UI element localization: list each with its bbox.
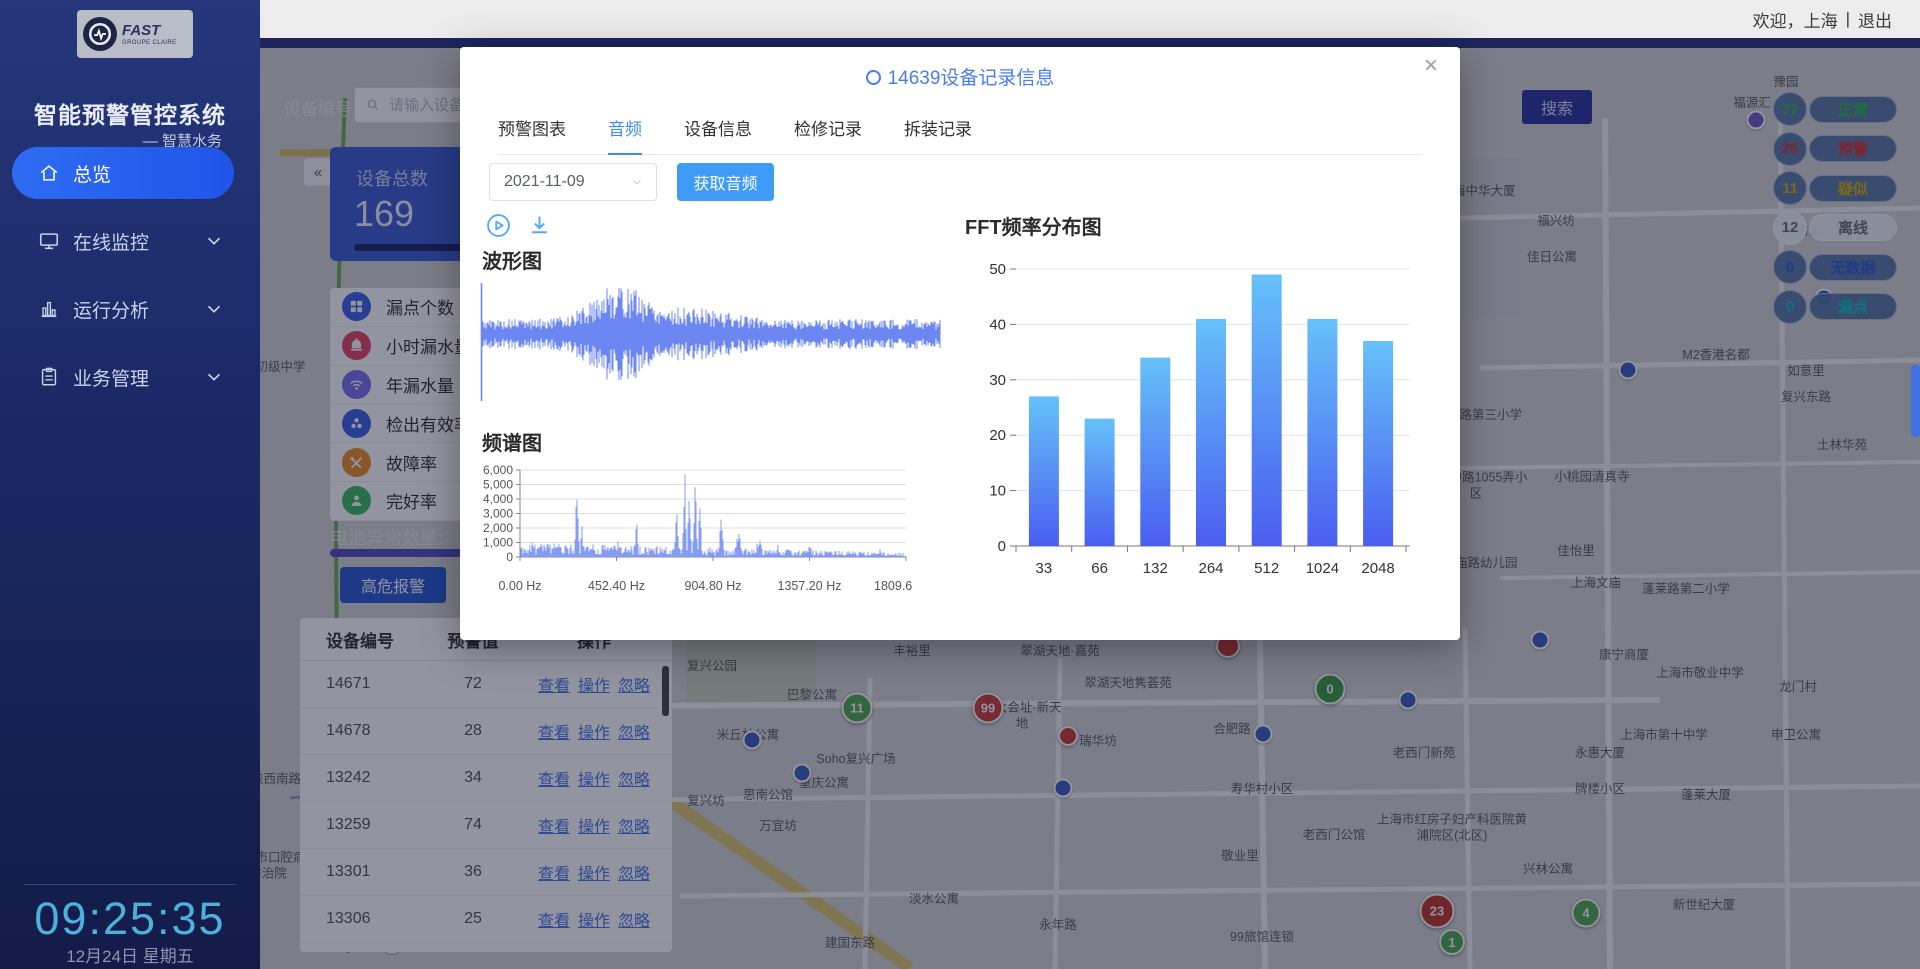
play-icon[interactable] [486, 213, 511, 238]
svg-text:132: 132 [1143, 560, 1168, 577]
sidebar-item-label: 在线监控 [73, 228, 149, 255]
svg-text:6,000: 6,000 [483, 463, 513, 477]
svg-text:5,000: 5,000 [483, 478, 513, 492]
modal-title: 14639设备记录信息 [460, 63, 1460, 90]
modal-tabs: 预警图表 音频 设备信息 检修记录 拆装记录 [498, 115, 1422, 155]
top-header: 欢迎，上海 | 退出 [260, 0, 1920, 38]
spectrum-title: 频谱图 [482, 427, 542, 456]
monitor-icon [38, 230, 60, 252]
sidebar-item-online-monitor[interactable]: 在线监控 [0, 215, 260, 267]
sidebar-item-label: 运行分析 [73, 296, 149, 323]
download-icon[interactable] [527, 213, 552, 238]
waveform-chart [480, 279, 942, 405]
chevron-down-icon [630, 175, 644, 189]
svg-text:4,000: 4,000 [483, 492, 513, 506]
sidebar-item-label: 业务管理 [73, 364, 149, 391]
svg-text:452.40 Hz: 452.40 Hz [588, 579, 645, 593]
bar-chart-icon [38, 298, 60, 320]
sidebar: FAST GROUPE CLAIRE 智能预警管控系统 — 智慧水务 总览在线监… [0, 0, 260, 969]
tab-检修记录[interactable]: 检修记录 [794, 115, 862, 154]
fft-bar-chart: 0 10 20 30 40 50 33 66 132 264 512 1024 2048 [970, 243, 1420, 618]
welcome-text: 欢迎，上海 [1753, 7, 1838, 32]
svg-text:40: 40 [989, 316, 1006, 333]
clock-date: 12月24日 星期五 [0, 942, 260, 967]
brand-name: FAST [122, 23, 177, 38]
record-circle-icon [866, 70, 881, 85]
svg-text:33: 33 [1036, 560, 1053, 577]
clock-time: 09:25:35 [0, 893, 260, 945]
fetch-audio-button[interactable]: 获取音频 [677, 163, 774, 201]
svg-text:50: 50 [989, 261, 1006, 278]
tab-预警图表[interactable]: 预警图表 [498, 115, 566, 154]
svg-text:0: 0 [998, 538, 1006, 555]
close-icon[interactable]: × [1418, 53, 1444, 79]
audio-controls [486, 213, 552, 238]
chevron-down-icon [203, 298, 225, 320]
clock-divider [24, 884, 236, 885]
brand-subtitle: GROUPE CLAIRE [122, 40, 177, 46]
tab-拆装记录[interactable]: 拆装记录 [904, 115, 972, 154]
chevron-down-icon [203, 366, 225, 388]
svg-text:0.00 Hz: 0.00 Hz [498, 579, 541, 593]
svg-text:264: 264 [1198, 560, 1223, 577]
brand-logo: FAST GROUPE CLAIRE [77, 10, 193, 58]
app-title: 智能预警管控系统 [0, 96, 260, 130]
device-record-modal: 14639设备记录信息 × 预警图表 音频 设备信息 检修记录 拆装记录 2021-11… [460, 47, 1460, 640]
svg-text:2048: 2048 [1361, 560, 1394, 577]
clipboard-icon [38, 366, 60, 388]
svg-text:1809.60 Hz: 1809.60 Hz [874, 579, 912, 593]
fft-title: FFT频率分布图 [965, 211, 1102, 240]
tab-设备信息[interactable]: 设备信息 [684, 115, 752, 154]
svg-text:3,000: 3,000 [483, 507, 513, 521]
side-menu: 总览在线监控运行分析业务管理 [0, 147, 260, 419]
date-select-value: 2021-11-09 [504, 173, 585, 191]
svg-text:20: 20 [989, 427, 1006, 444]
waveform-title: 波形图 [482, 245, 542, 274]
chevron-down-icon [203, 230, 225, 252]
svg-text:512: 512 [1254, 560, 1279, 577]
tab-音频[interactable]: 音频 [608, 115, 642, 155]
svg-text:1,000: 1,000 [483, 536, 513, 550]
app-root: FAST GROUPE CLAIRE 智能预警管控系统 — 智慧水务 总览在线监… [0, 0, 1920, 969]
header-divider: | [1846, 9, 1850, 29]
sidebar-item-overview[interactable]: 总览 [12, 147, 234, 199]
svg-text:1357.20 Hz: 1357.20 Hz [778, 579, 842, 593]
svg-text:0: 0 [506, 550, 513, 564]
svg-text:904.80 Hz: 904.80 Hz [685, 579, 742, 593]
sidebar-item-run-analysis[interactable]: 运行分析 [0, 283, 260, 335]
page-scrollbar-thumb[interactable] [1911, 365, 1920, 437]
pulse-logo-icon [83, 17, 117, 51]
sidebar-item-label: 总览 [73, 160, 111, 187]
svg-text:10: 10 [989, 483, 1006, 500]
svg-text:30: 30 [989, 372, 1006, 389]
svg-text:1024: 1024 [1306, 560, 1339, 577]
svg-text:2,000: 2,000 [483, 521, 513, 535]
sidebar-item-business-mgmt[interactable]: 业务管理 [0, 351, 260, 403]
svg-text:66: 66 [1091, 560, 1108, 577]
spectrum-chart: 01,0002,0003,0004,0005,0006,000 0.00 Hz 45… [480, 457, 912, 599]
date-select[interactable]: 2021-11-09 [489, 163, 657, 201]
logout-link[interactable]: 退出 [1858, 7, 1892, 32]
home-icon [38, 162, 60, 184]
